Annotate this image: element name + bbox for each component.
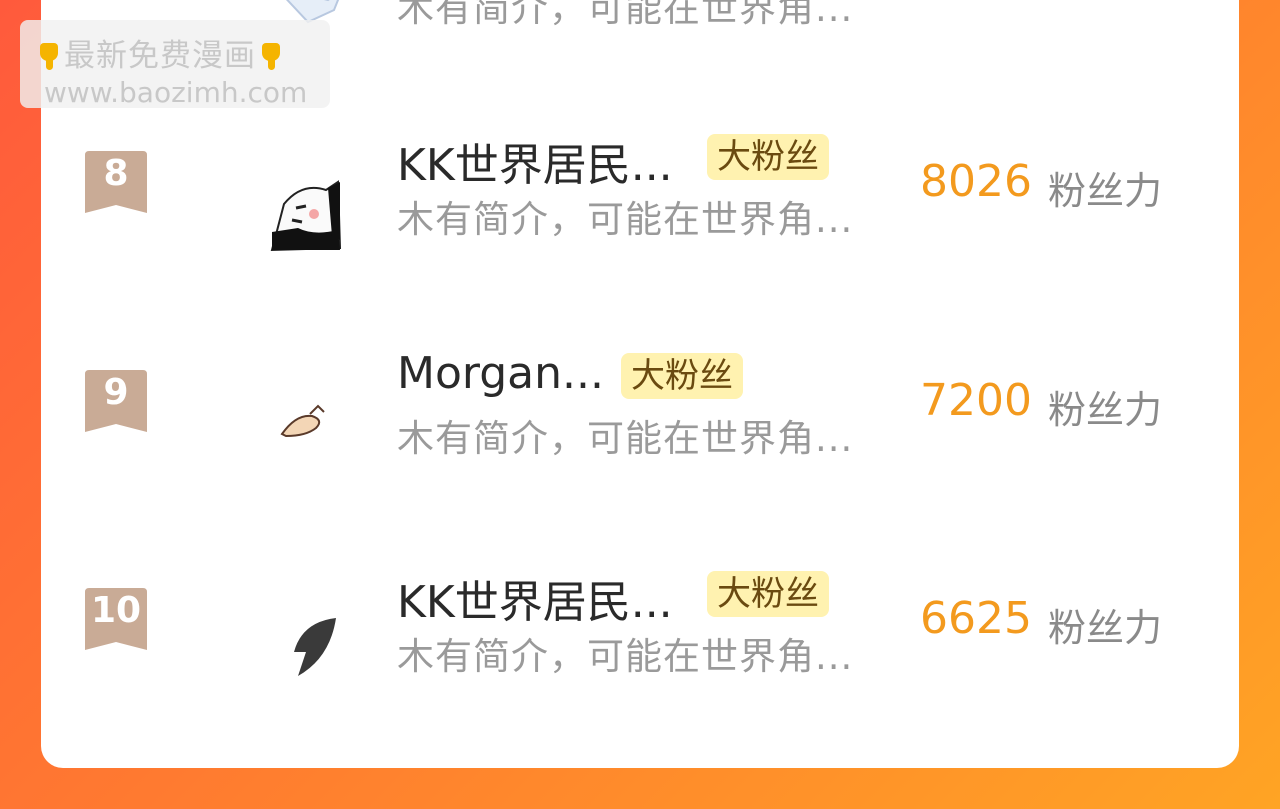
- fan-score: 7200: [920, 375, 1032, 426]
- fan-level-tag: 大粉丝: [707, 571, 829, 617]
- rank-number: 10: [90, 590, 142, 631]
- watermark-title-text: 最新免费漫画: [64, 38, 256, 74]
- user-description: 木有简介，可能在世界角...: [397, 635, 854, 678]
- rank-badge: 9: [85, 370, 147, 434]
- list-item[interactable]: 9 Morgan... 大粉丝 木有简介，可能在世界角... 7200 粉丝力: [0, 344, 1280, 464]
- fan-score: 6625: [920, 593, 1032, 644]
- watermark-title: 最新免费漫画: [34, 30, 286, 75]
- user-name[interactable]: Morgan...: [397, 348, 604, 399]
- list-item[interactable]: 8 KK世界居民... 大粉丝 木有简介，可能在世界角... 8026 粉丝力: [0, 125, 1280, 252]
- list-item[interactable]: 10 KK世界居民... 大粉丝 木有简介，可能在世界角... 6625 粉丝力: [0, 562, 1280, 682]
- user-description: 木有简介，可能在世界角...: [397, 0, 854, 30]
- fan-score-unit: 粉丝力: [1048, 169, 1163, 213]
- pointing-down-icon: [34, 40, 64, 72]
- avatar[interactable]: [262, 180, 352, 270]
- site-watermark: 最新免费漫画 www.baozimh.com: [20, 20, 330, 109]
- rank-number: 9: [103, 372, 129, 413]
- rank-number: 8: [103, 153, 129, 194]
- fan-score-unit: 粉丝力: [1048, 606, 1163, 650]
- rank-badge: 8: [85, 151, 147, 215]
- fan-score-unit: 粉丝力: [1048, 388, 1163, 432]
- avatar[interactable]: [262, 376, 352, 466]
- rank-badge: 10: [85, 588, 147, 652]
- avatar[interactable]: [262, 606, 352, 696]
- fan-level-tag: 大粉丝: [707, 134, 829, 180]
- user-name[interactable]: KK世界居民...: [397, 129, 673, 193]
- fan-score: 8026: [920, 156, 1032, 207]
- user-name[interactable]: KK世界居民...: [397, 566, 673, 630]
- user-description: 木有简介，可能在世界角...: [397, 198, 854, 241]
- user-description: 木有简介，可能在世界角...: [397, 417, 854, 460]
- fan-level-tag: 大粉丝: [621, 353, 743, 399]
- pointing-down-icon: [256, 40, 286, 72]
- watermark-url: www.baozimh.com: [44, 76, 308, 109]
